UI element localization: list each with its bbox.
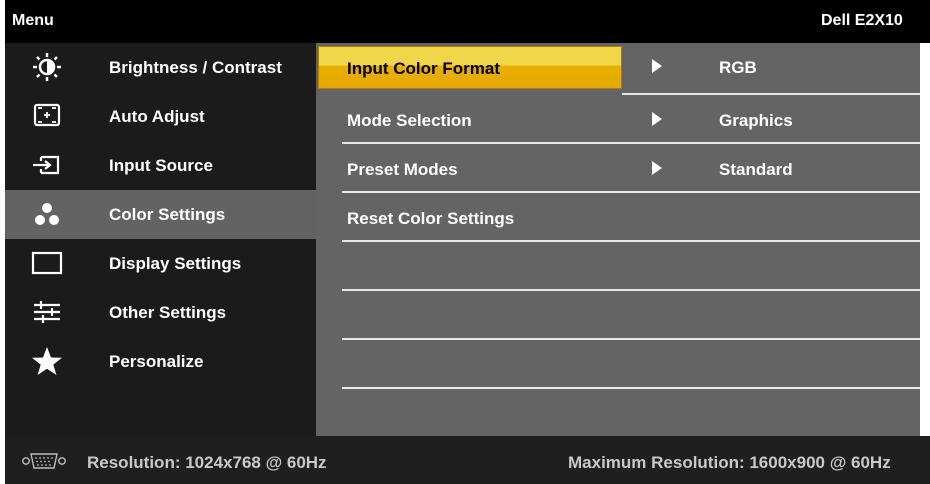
- color-settings-submenu: Input Color Format RGB Mode Selection Gr…: [316, 43, 920, 436]
- maximum-resolution: Maximum Resolution: 1600x900 @ 60Hz: [568, 453, 891, 472]
- monitor-osd: Menu Dell E2X10 Brightness / Contrast Au…: [0, 0, 930, 484]
- menu-item-label: Other Settings: [109, 303, 227, 322]
- current-resolution: Resolution: 1024x768 @ 60Hz: [87, 453, 327, 472]
- color-settings-icon: [30, 199, 64, 229]
- menu-item-label: Personalize: [109, 352, 204, 371]
- submenu-row-preset-modes[interactable]: Preset Modes Standard: [316, 145, 920, 194]
- brightness-icon: [30, 52, 64, 82]
- row-divider: [622, 93, 920, 95]
- submenu-item-value: Graphics: [719, 111, 793, 130]
- row-divider: [342, 387, 920, 389]
- submenu-item-label: Preset Modes: [347, 160, 458, 179]
- arrow-right-icon: [652, 59, 662, 73]
- osd-header: Menu Dell E2X10: [5, 0, 930, 43]
- star-icon: [30, 346, 64, 376]
- frame-edge: [920, 43, 930, 436]
- submenu-item-value: RGB: [719, 58, 757, 77]
- menu-item-input-source[interactable]: Input Source: [5, 141, 316, 190]
- menu-item-personalize[interactable]: Personalize: [5, 337, 316, 386]
- display-icon: [30, 248, 64, 278]
- sliders-icon: [30, 297, 64, 327]
- submenu-item-label: Reset Color Settings: [347, 209, 515, 228]
- menu-item-brightness-contrast[interactable]: Brightness / Contrast: [5, 43, 316, 92]
- submenu-row-reset-color-settings[interactable]: Reset Color Settings: [316, 194, 920, 243]
- menu-item-other-settings[interactable]: Other Settings: [5, 288, 316, 337]
- submenu-row-input-color-format[interactable]: RGB: [316, 43, 920, 92]
- row-divider: [342, 191, 920, 193]
- row-divider: [342, 338, 920, 340]
- menu-title: Menu: [12, 12, 54, 29]
- row-divider: [342, 142, 920, 144]
- main-menu: Brightness / Contrast Auto Adjust Input …: [5, 43, 316, 436]
- vga-connector-icon: [21, 452, 67, 470]
- arrow-right-icon: [652, 112, 662, 126]
- menu-item-display-settings[interactable]: Display Settings: [5, 239, 316, 288]
- menu-item-label: Input Source: [109, 156, 213, 175]
- menu-item-label: Auto Adjust: [109, 107, 205, 126]
- row-divider: [342, 289, 920, 291]
- submenu-item-label: Mode Selection: [347, 111, 472, 130]
- monitor-model: Dell E2X10: [821, 12, 903, 29]
- input-source-icon: [30, 150, 64, 180]
- menu-item-label: Display Settings: [109, 254, 242, 273]
- submenu-row-mode-selection[interactable]: Mode Selection Graphics: [316, 96, 920, 145]
- row-divider: [342, 240, 920, 242]
- submenu-item-value: Standard: [719, 160, 793, 179]
- menu-item-auto-adjust[interactable]: Auto Adjust: [5, 92, 316, 141]
- menu-item-color-settings[interactable]: Color Settings: [5, 190, 316, 239]
- status-bar: Resolution: 1024x768 @ 60Hz Maximum Reso…: [5, 436, 930, 484]
- menu-item-label: Color Settings: [109, 205, 226, 224]
- menu-item-label: Brightness / Contrast: [109, 58, 282, 77]
- arrow-right-icon: [652, 161, 662, 175]
- auto-adjust-icon: [30, 101, 64, 131]
